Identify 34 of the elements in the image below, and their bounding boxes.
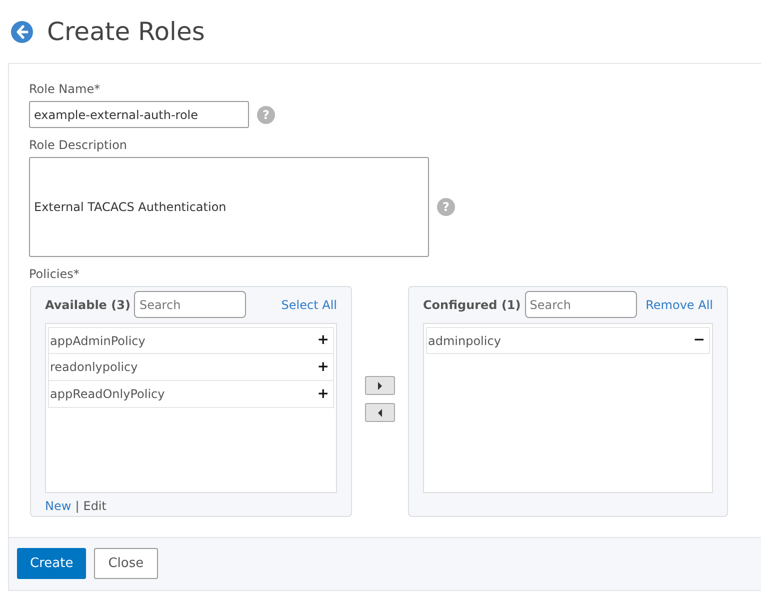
- move-left-button[interactable]: [365, 403, 395, 422]
- page-title: Create Roles: [47, 16, 205, 46]
- action-icon[interactable]: −: [693, 330, 705, 351]
- list-item[interactable]: appAdminPolicy +: [48, 327, 334, 354]
- create-button[interactable]: Create: [17, 548, 86, 579]
- field-label: Role Name*: [29, 81, 102, 98]
- item-name: adminpolicy: [428, 332, 501, 350]
- footer-link[interactable]: New: [45, 497, 72, 515]
- close-button[interactable]: Close: [94, 548, 158, 579]
- field-label: Policies*: [29, 266, 80, 283]
- select-link[interactable]: Select All: [281, 296, 337, 314]
- footer-link[interactable]: Edit: [83, 497, 106, 515]
- link-separator: |: [75, 498, 80, 515]
- item-name: appAdminPolicy: [50, 332, 146, 350]
- list-item[interactable]: readonlypolicy +: [48, 354, 334, 381]
- list-heading: Configured (1): [423, 296, 521, 314]
- triangle-left-icon: [377, 408, 383, 416]
- search-field[interactable]: Search: [134, 291, 246, 318]
- search-field[interactable]: Search: [524, 291, 637, 318]
- item-name: appReadOnlyPolicy: [50, 386, 165, 403]
- role-name-field[interactable]: example-external-auth-role: [29, 101, 249, 128]
- list-item[interactable]: appReadOnlyPolicy +: [48, 381, 334, 408]
- item-name: readonlypolicy: [50, 359, 138, 376]
- move-right-button[interactable]: [365, 376, 395, 395]
- list-heading: Available (3): [45, 296, 130, 314]
- select-link[interactable]: Remove All: [646, 296, 713, 314]
- triangle-right-icon: [377, 382, 383, 390]
- back-icon[interactable]: [11, 20, 33, 42]
- action-icon[interactable]: +: [317, 356, 329, 378]
- description-field[interactable]: External TACACS Authentication: [29, 157, 429, 257]
- field-label: Role Description: [29, 137, 128, 154]
- list-item[interactable]: adminpolicy −: [426, 327, 710, 354]
- action-icon[interactable]: +: [317, 384, 329, 404]
- action-icon[interactable]: +: [317, 330, 329, 351]
